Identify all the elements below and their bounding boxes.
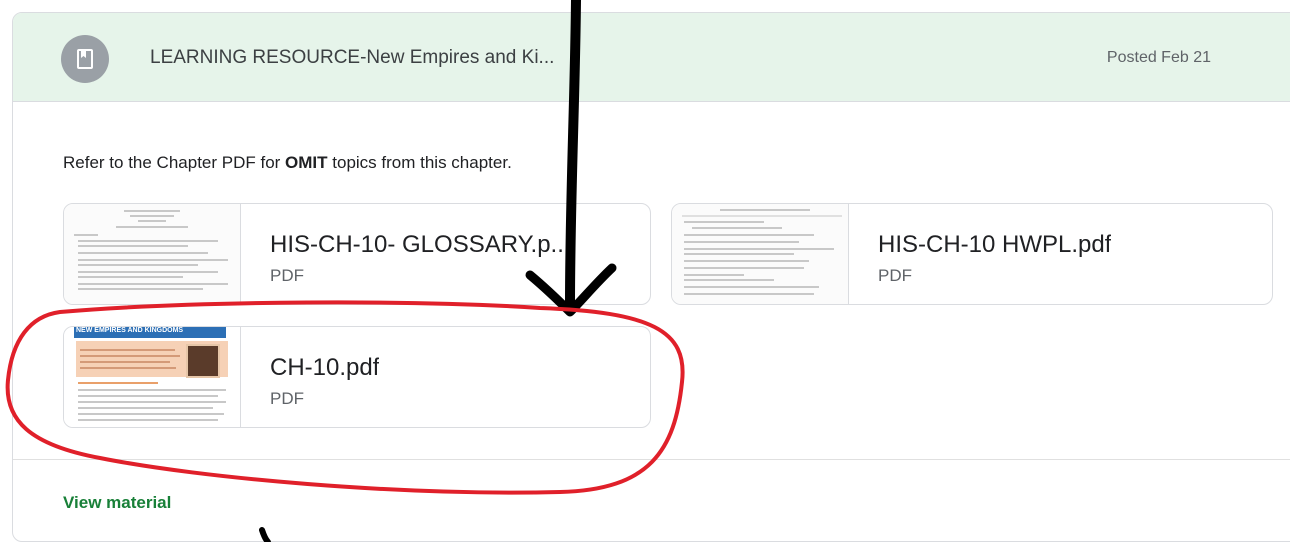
post-title[interactable]: LEARNING RESOURCE-New Empires and Ki... [150,47,554,69]
attachment-type: PDF [878,266,912,285]
thumbnail-banner: NEW EMPIRES AND KINGDOMS [74,327,226,338]
attachment-title: HIS-CH-10- GLOSSARY.p... [270,231,571,258]
attachment-card-hwpl[interactable]: HIS-CH-10 HWPL.pdf PDF [671,203,1273,305]
footer-divider [13,459,1290,460]
description-text-end: topics from this chapter. [327,153,512,172]
description-bold: OMIT [285,153,328,172]
thumbnail-photo [186,344,220,378]
attachment-title: HIS-CH-10 HWPL.pdf [878,231,1112,258]
book-icon [61,35,109,83]
posted-date: Posted Feb 21 [1106,49,1211,66]
post-card[interactable]: LEARNING RESOURCE-New Empires and Ki... … [12,12,1290,542]
attachment-title: CH-10.pdf [270,354,380,381]
attachment-thumbnail [672,204,849,304]
post-header: LEARNING RESOURCE-New Empires and Ki... … [13,13,1290,102]
attachment-thumbnail [64,204,241,304]
thumbnail-heading: NEW EMPIRES AND KINGDOMS [76,327,184,334]
post-description: Refer to the Chapter PDF for OMIT topics… [63,153,512,173]
attachment-card-glossary[interactable]: HIS-CH-10- GLOSSARY.p... PDF [63,203,651,305]
attachment-type: PDF [270,389,304,408]
attachment-type: PDF [270,266,304,285]
attachment-card-ch10[interactable]: NEW EMPIRES AND KINGDOMS CH-10.pdf PDF [63,326,651,428]
view-material-link[interactable]: View material [63,493,171,513]
description-text: Refer to the Chapter PDF for [63,153,286,172]
attachment-thumbnail: NEW EMPIRES AND KINGDOMS [64,327,241,427]
